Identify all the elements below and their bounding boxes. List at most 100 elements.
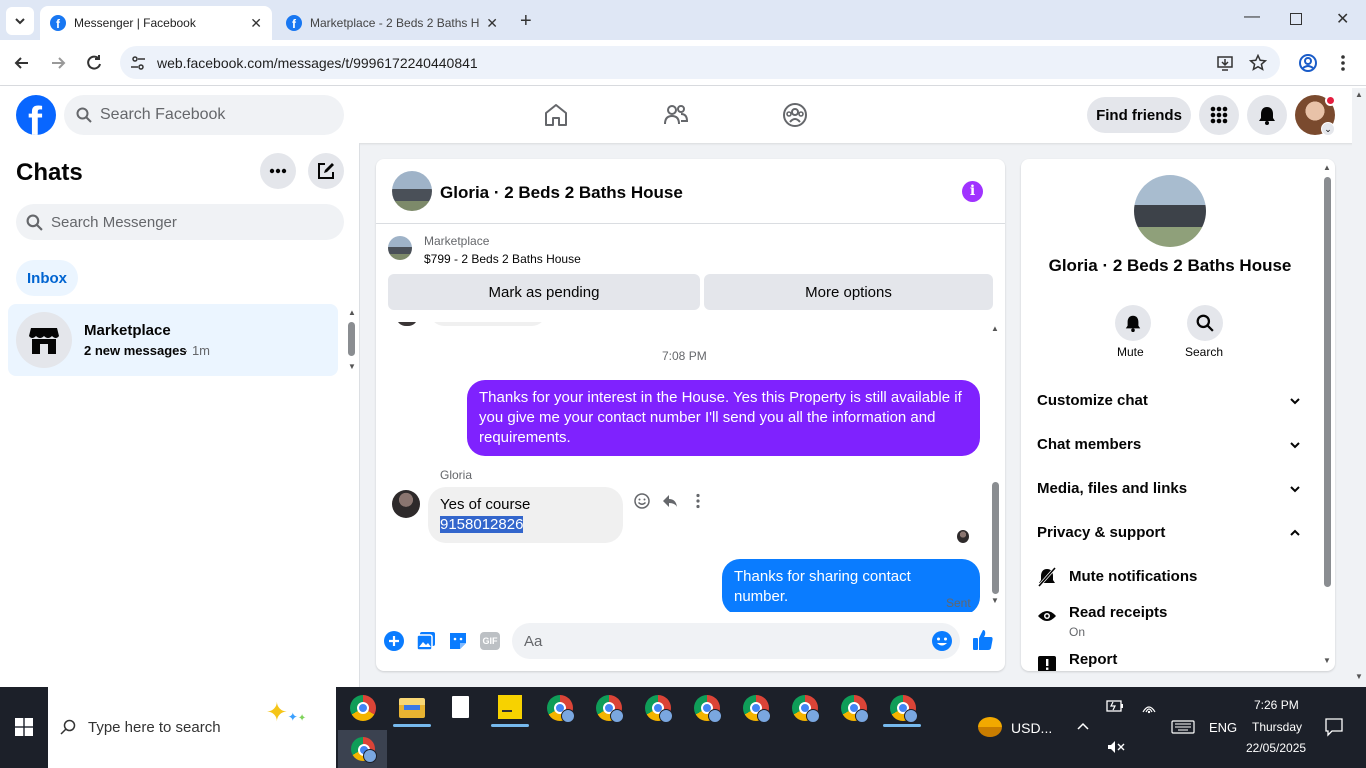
gif-button[interactable]: GIF [480, 632, 500, 650]
info-avatar[interactable] [1134, 175, 1206, 247]
minimize-button[interactable]: — [1244, 8, 1260, 26]
section-media-files-links[interactable]: Media, files and links [1037, 480, 1307, 497]
clock-date[interactable]: 22/05/2025 [1246, 741, 1306, 755]
conversation-avatar[interactable] [392, 171, 432, 211]
tab-messenger[interactable]: f Messenger | Facebook ✕ [40, 6, 272, 40]
search-conversation-button[interactable] [1187, 305, 1223, 341]
message-scrollbar[interactable]: ▲ ▼ [989, 324, 1001, 609]
close-window-button[interactable]: ✕ [1336, 9, 1349, 29]
sticky-notes-taskbar-icon[interactable] [498, 695, 522, 719]
chrome-profile-taskbar-icon[interactable] [743, 695, 771, 723]
currency-widget-text[interactable]: USD... [1011, 720, 1052, 736]
selected-phone-number[interactable]: 9158012826 [440, 516, 524, 533]
thumbs-up-icon[interactable] [972, 629, 994, 651]
tab-marketplace[interactable]: f Marketplace - 2 Beds 2 Baths H ✕ [276, 6, 508, 40]
mute-notifications-item[interactable]: Mute notifications [1037, 564, 1307, 590]
facebook-logo[interactable]: f [16, 95, 56, 135]
chrome-profile-taskbar-icon[interactable] [694, 695, 722, 723]
tab-title: Messenger | Facebook [74, 16, 196, 30]
mark-as-pending-button[interactable]: Mark as pending [388, 274, 700, 310]
language-indicator[interactable]: ENG [1209, 720, 1237, 735]
listing-thumbnail[interactable] [388, 236, 412, 260]
conversation-pane: Gloria · 2 Beds 2 Baths House i Marketpl… [376, 159, 1005, 671]
mute-button[interactable] [1115, 305, 1151, 341]
page-scrollbar[interactable]: ▲ ▼ [1352, 88, 1366, 687]
notepad-taskbar-icon[interactable] [452, 696, 469, 718]
chrome-profile-taskbar-icon[interactable] [792, 695, 820, 723]
muted-speaker-icon[interactable] [1107, 740, 1125, 754]
notification-center-icon[interactable] [1324, 717, 1344, 737]
incoming-message[interactable]: Yes of course 9158012826 [428, 487, 623, 543]
nav-home[interactable] [543, 102, 569, 128]
forward-button[interactable] [48, 53, 68, 73]
clock-day[interactable]: Thursday [1252, 720, 1302, 734]
plus-circle-icon[interactable] [384, 631, 404, 651]
restore-button[interactable] [1290, 13, 1302, 25]
account-avatar[interactable]: ⌄ [1295, 95, 1336, 136]
sticker-icon[interactable] [448, 631, 468, 651]
chrome-profile-taskbar-icon[interactable] [841, 695, 869, 723]
report-item[interactable]: Report [1037, 648, 1307, 671]
emoji-icon[interactable] [932, 631, 952, 651]
chat-options-button[interactable] [260, 153, 296, 189]
gloria-avatar[interactable] [392, 490, 420, 518]
inbox-tab[interactable]: Inbox [16, 260, 78, 296]
notifications-button[interactable] [1247, 95, 1287, 135]
tab-search-button[interactable] [6, 7, 34, 35]
facebook-search-input[interactable]: Search Facebook [64, 95, 344, 135]
react-icon[interactable] [634, 493, 650, 509]
nav-groups[interactable] [782, 102, 808, 128]
read-receipts-item[interactable]: Read receipts On [1037, 602, 1307, 642]
photo-icon[interactable] [416, 631, 436, 651]
nav-friends[interactable] [663, 102, 689, 128]
browser-menu-button[interactable] [1340, 54, 1346, 72]
chevron-down-icon [1290, 442, 1300, 449]
sidebar-scrollbar[interactable]: ▲ ▼ [346, 308, 356, 374]
chrome-profile-taskbar-icon[interactable] [890, 695, 918, 723]
message-input[interactable]: Aa [512, 623, 960, 659]
new-message-button[interactable] [308, 153, 344, 189]
outgoing-message[interactable]: Thanks for your interest in the House. Y… [467, 380, 980, 456]
more-vertical-icon[interactable] [695, 493, 701, 509]
active-app-highlight[interactable] [338, 730, 387, 768]
chrome-profile-taskbar-icon[interactable] [596, 695, 624, 723]
file-explorer-taskbar-icon[interactable] [399, 698, 425, 718]
address-bar[interactable]: web.facebook.com/messages/t/999617224044… [120, 46, 1280, 79]
close-tab-icon[interactable]: ✕ [250, 15, 262, 32]
back-button[interactable] [12, 53, 32, 73]
chat-list-item[interactable]: Marketplace 2 new messages · 1m [8, 304, 338, 376]
clock-time[interactable]: 7:26 PM [1254, 698, 1299, 712]
message-list[interactable]: 7:08 PM Thanks for your interest in the … [376, 322, 1005, 612]
facebook-favicon-icon: f [50, 15, 66, 31]
profile-button[interactable] [1298, 53, 1318, 73]
currency-widget-icon[interactable] [978, 717, 1002, 737]
section-customize-chat[interactable]: Customize chat [1037, 392, 1307, 409]
reload-button[interactable] [84, 53, 104, 73]
reply-icon[interactable] [662, 494, 678, 508]
chrome-taskbar-icon[interactable] [350, 695, 376, 721]
chrome-profile-taskbar-icon[interactable] [547, 695, 575, 723]
section-chat-members[interactable]: Chat members [1037, 436, 1307, 453]
windows-start-icon[interactable] [15, 718, 33, 736]
new-tab-button[interactable]: + [520, 10, 532, 33]
conversation-info-button[interactable]: i [962, 181, 983, 202]
site-settings-icon[interactable] [130, 55, 146, 71]
listing-title[interactable]: $799 - 2 Beds 2 Baths House [424, 252, 581, 266]
outgoing-message[interactable]: Thanks for sharing contact number. [722, 559, 980, 612]
search-messenger-input[interactable]: Search Messenger [16, 204, 344, 240]
chrome-profile-taskbar-icon[interactable] [645, 695, 673, 723]
section-privacy-support[interactable]: Privacy & support [1037, 524, 1307, 541]
info-panel-scrollbar[interactable]: ▲ ▼ [1321, 163, 1333, 668]
battery-icon[interactable] [1106, 700, 1124, 712]
more-options-button[interactable]: More options [704, 274, 993, 310]
network-icon[interactable] [1141, 700, 1157, 714]
install-app-icon[interactable] [1216, 54, 1234, 72]
star-icon[interactable] [1249, 54, 1267, 72]
chevron-up-icon[interactable] [1076, 721, 1090, 731]
keyboard-icon[interactable] [1171, 720, 1195, 734]
menu-button[interactable] [1199, 95, 1239, 135]
taskbar-search-box[interactable]: Type here to search ✦✦✦ [48, 687, 336, 768]
close-tab-icon[interactable]: ✕ [486, 15, 498, 32]
find-friends-button[interactable]: Find friends [1087, 97, 1191, 133]
conversation-title[interactable]: Gloria · 2 Beds 2 Baths House [440, 183, 683, 203]
